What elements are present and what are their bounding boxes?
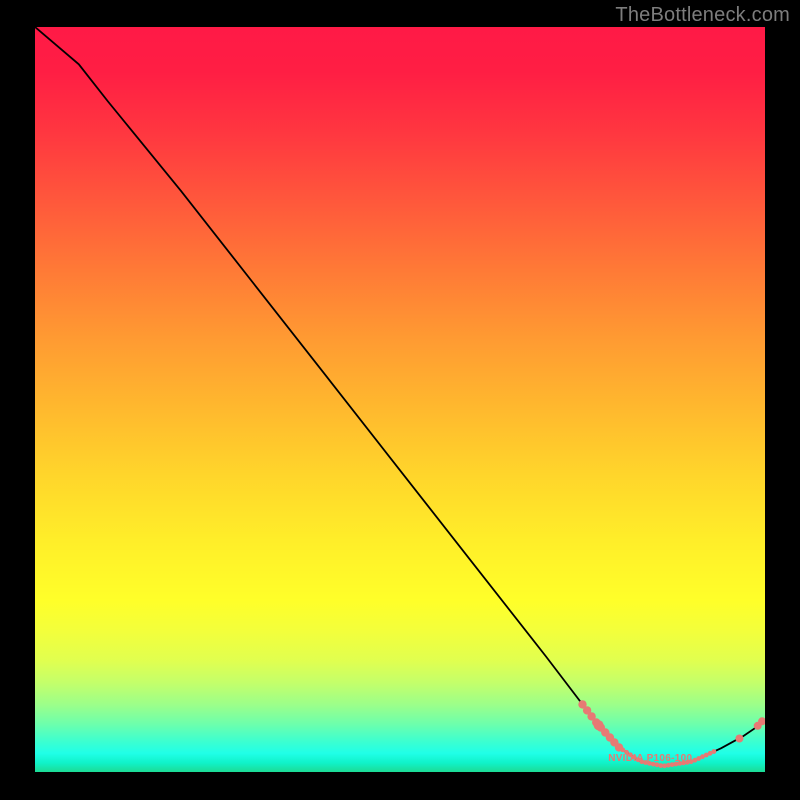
data-dot [712,749,717,754]
plot-area: NVIDIA P106-100 [35,27,765,772]
chart-svg [35,27,765,772]
series-label: NVIDIA P106-100 [608,753,692,764]
chart-container: TheBottleneck.com NVIDIA P106-100 [0,0,800,800]
data-dot [594,720,604,730]
watermark-text: TheBottleneck.com [615,4,790,27]
data-dot [735,735,743,743]
bottleneck-curve [35,27,765,766]
